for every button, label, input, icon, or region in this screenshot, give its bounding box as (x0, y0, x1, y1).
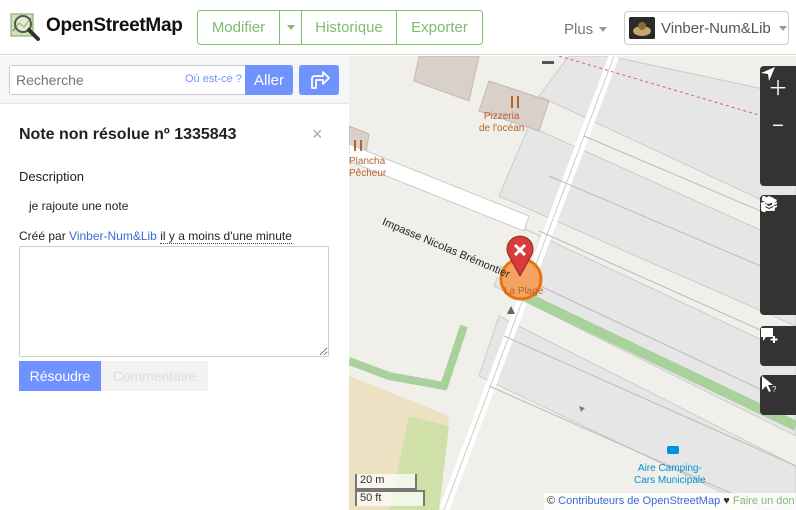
camping-label: Aire Camping- Cars Municipale (634, 463, 706, 486)
query-features-button[interactable]: ? (760, 375, 796, 415)
chevron-down-icon (599, 27, 608, 32)
scale-bar: 20 m 50 ft (355, 474, 425, 506)
share-button[interactable] (760, 197, 796, 315)
resolve-button[interactable]: Résoudre (19, 361, 101, 391)
description-label: Description (19, 169, 85, 184)
comment-button[interactable]: Commentaire (101, 361, 208, 391)
user-menu[interactable]: Vinber-Num&Lib (624, 11, 789, 45)
avatar (629, 17, 655, 39)
comment-textarea[interactable] (19, 246, 329, 357)
query-tools: ? (760, 375, 796, 415)
osm-logo-icon (10, 11, 40, 41)
close-icon[interactable]: × (312, 124, 323, 145)
add-note-button[interactable] (760, 326, 796, 366)
chevron-down-icon (286, 25, 295, 30)
created-user-link[interactable]: Vinber-Num&Lib (69, 229, 157, 243)
scale-imperial: 50 ft (355, 490, 425, 506)
map-view[interactable]: P Pizzeria de l'océan Plancha Pêcheur Im… (349, 56, 796, 510)
heart-icon: ♥ (723, 495, 730, 507)
scale-metric: 20 m (355, 474, 417, 490)
edit-button[interactable]: Modifier (198, 11, 280, 44)
directions-icon (311, 71, 330, 89)
share-icon (761, 197, 777, 211)
zoom-controls: ＋ − (760, 66, 796, 186)
created-time: il y a moins d'une minute (160, 229, 292, 244)
edit-button-group: Modifier Historique Exporter (197, 10, 483, 45)
zoom-out-button[interactable]: − (760, 106, 796, 146)
map-canvas[interactable]: P (349, 56, 796, 510)
created-by-line: Créé par Vinber-Num&Lib il y a moins d'u… (19, 229, 292, 244)
created-prefix: Créé par (19, 229, 66, 243)
description-text: je rajoute une note (29, 199, 129, 213)
search-bar: Où est-ce ? Aller (0, 56, 349, 104)
more-label: Plus (564, 21, 594, 38)
username: Vinber-Num&Lib (661, 19, 771, 37)
attribution-link[interactable]: Contributeurs de OpenStreetMap (558, 495, 720, 507)
add-note-icon (761, 328, 778, 343)
logo[interactable]: OpenStreetMap (10, 11, 183, 41)
more-menu[interactable]: Plus (564, 21, 608, 38)
where-is-this-link[interactable]: Où est-ce ? (185, 73, 242, 85)
bench-icon (542, 61, 554, 64)
edit-dropdown-button[interactable] (280, 11, 302, 44)
donate-link[interactable]: Faire un don (733, 495, 795, 507)
copyright-symbol: © (547, 495, 556, 507)
pizzeria-label: Pizzeria de l'océan (479, 111, 525, 134)
history-button[interactable]: Historique (302, 11, 397, 44)
locate-icon (761, 67, 775, 81)
plancha-label: Plancha Pêcheur (349, 156, 387, 179)
export-button[interactable]: Exporter (397, 11, 482, 44)
site-title: OpenStreetMap (46, 15, 183, 36)
svg-text:?: ? (772, 385, 777, 393)
note-tools (760, 326, 796, 366)
header: OpenStreetMap Modifier Historique Export… (0, 0, 796, 55)
attribution: © Contributeurs de OpenStreetMap ♥ Faire… (544, 493, 796, 510)
map-tools (760, 195, 796, 315)
sidebar: Où est-ce ? Aller Note non résolue nº 13… (0, 56, 349, 510)
plage-label: La Plage (504, 286, 544, 297)
camping-icon (667, 446, 679, 454)
directions-button[interactable] (299, 65, 339, 95)
locate-button[interactable] (760, 67, 796, 186)
query-icon: ? (762, 376, 777, 393)
search-go-button[interactable]: Aller (245, 65, 293, 95)
chevron-down-icon (778, 25, 787, 31)
note-title: Note non résolue nº 1335843 (19, 126, 237, 143)
map-key-button[interactable] (760, 196, 796, 275)
